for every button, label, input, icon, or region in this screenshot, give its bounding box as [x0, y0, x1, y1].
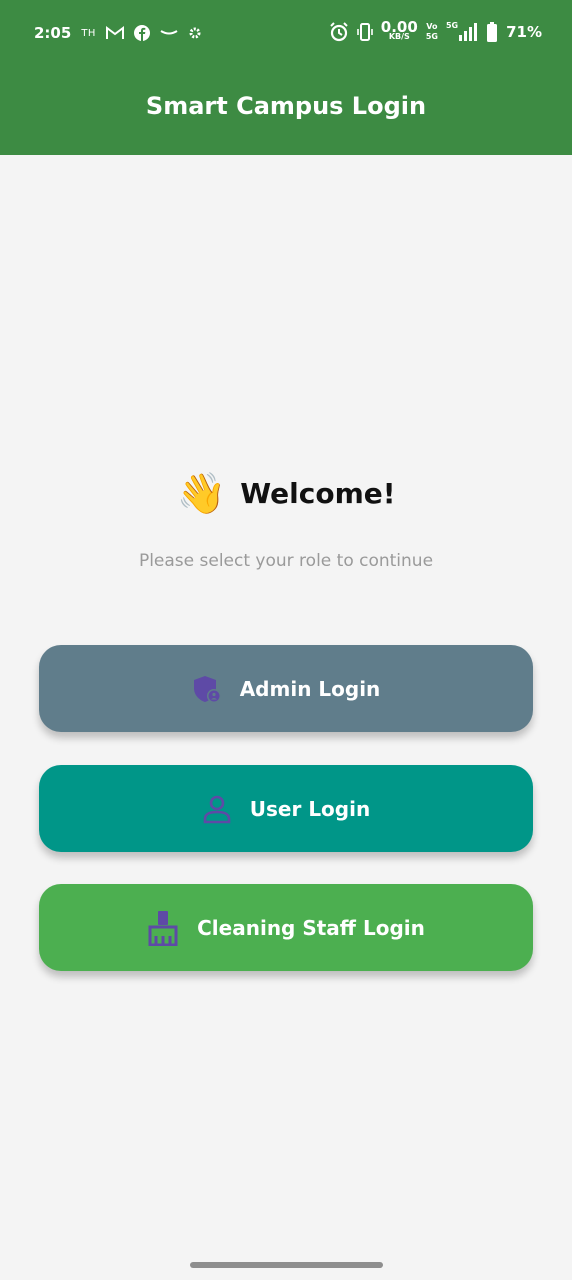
admin-login-label: Admin Login — [239, 676, 381, 701]
welcome-text: Welcome! — [240, 477, 396, 510]
status-time: 2:05 — [34, 24, 72, 42]
user-login-button[interactable]: User Login — [39, 765, 533, 852]
volte-indicator: Vo 5G — [425, 22, 438, 41]
facebook-icon — [133, 25, 150, 41]
battery-icon — [486, 22, 498, 42]
cleaning-staff-login-button[interactable]: Cleaning Staff Login — [39, 884, 533, 971]
page-title: Smart Campus Login — [145, 92, 427, 120]
welcome-heading: 👋 Welcome! — [0, 470, 572, 517]
battery-percent: 71% — [506, 23, 542, 41]
home-indicator[interactable] — [190, 1262, 383, 1268]
alarm-icon — [329, 22, 349, 42]
signal-icon: 5G — [445, 20, 478, 41]
vibrate-icon — [356, 22, 373, 42]
amazon-icon — [160, 29, 178, 37]
network-speed: 0.00 KB/S — [380, 18, 418, 42]
user-login-label: User Login — [249, 796, 371, 821]
broom-icon — [147, 910, 179, 946]
app-bar: 2:05 TH 0.00 KB/S Vo 5G 5G 71% Smart Cam… — [0, 0, 572, 155]
admin-login-button[interactable]: Admin Login — [39, 645, 533, 732]
status-bar: 2:05 TH 0.00 KB/S Vo 5G 5G 71% — [0, 18, 572, 52]
settings-icon — [188, 26, 202, 40]
cleaning-staff-login-label: Cleaning Staff Login — [197, 915, 425, 940]
admin-shield-icon — [192, 674, 222, 704]
gmail-icon — [105, 26, 124, 40]
carrier-label: TH — [81, 27, 96, 39]
waving-hand-icon: 👋 — [176, 471, 227, 517]
role-prompt: Please select your role to continue — [138, 551, 434, 571]
network-type: 5G — [445, 20, 459, 30]
person-icon — [202, 794, 232, 824]
